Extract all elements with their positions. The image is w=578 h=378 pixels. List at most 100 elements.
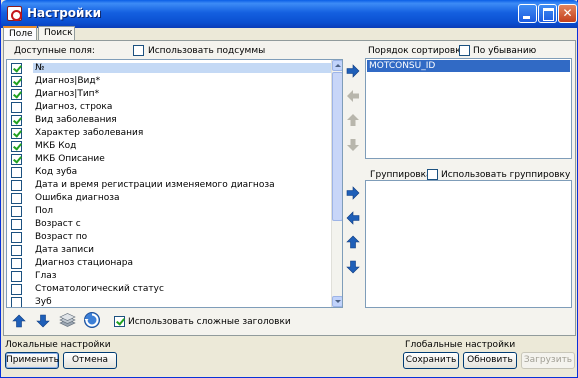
field-checkbox[interactable] [11, 154, 22, 165]
remove-sort-arrow-icon [346, 89, 360, 103]
field-checkbox[interactable] [11, 141, 22, 152]
field-checkbox[interactable] [11, 63, 22, 74]
field-list-item[interactable]: Ошибка диагноза [7, 192, 332, 205]
field-list-item[interactable]: Стоматологический статус [7, 283, 332, 296]
layers-icon[interactable] [59, 312, 76, 329]
field-list-item[interactable]: Характер заболевания [7, 127, 332, 140]
app-icon [7, 6, 22, 21]
add-sort-arrow-icon[interactable] [346, 64, 360, 78]
scroll-thumb[interactable] [332, 72, 342, 221]
field-list-item[interactable]: МКБ Код [7, 140, 332, 153]
field-list-item[interactable]: Возраст с [7, 218, 332, 231]
use-grouping-checkbox[interactable] [427, 169, 438, 180]
field-label: Диагноз стационара [35, 258, 133, 268]
maximize-button[interactable] [538, 4, 557, 23]
field-list-item[interactable]: Возраст по [7, 231, 332, 244]
field-label: № [33, 63, 331, 73]
field-checkbox[interactable] [11, 284, 22, 295]
field-list-item[interactable]: МКБ Описание [7, 153, 332, 166]
load-button: Загрузить [521, 352, 575, 369]
field-label: Глаз [35, 271, 57, 281]
field-list-item[interactable]: Глаз [7, 270, 332, 283]
field-list-item[interactable]: Диагноз, строка [7, 101, 332, 114]
minimize-button[interactable] [518, 4, 537, 23]
scroll-up-button[interactable] [332, 60, 342, 71]
field-label: Диагноз, строка [35, 102, 113, 112]
tab-search[interactable]: Поиск [38, 26, 75, 40]
sort-down-arrow-icon [346, 138, 360, 152]
field-label: МКБ Код [35, 141, 77, 151]
field-checkbox[interactable] [11, 180, 22, 191]
refresh-icon[interactable] [83, 311, 101, 329]
field-checkbox[interactable] [11, 89, 22, 100]
field-checkbox[interactable] [11, 115, 22, 126]
field-label: Диагноз|Вид* [35, 76, 101, 86]
complex-headers-label: Использовать сложные заголовки [128, 317, 291, 327]
field-list-item[interactable]: Зуб [7, 296, 332, 307]
field-checkbox[interactable] [11, 206, 22, 217]
field-checkbox[interactable] [11, 232, 22, 243]
sort-list-item[interactable]: MOTCONSU_ID [367, 60, 570, 72]
grouping-list[interactable] [365, 180, 572, 308]
settings-window: Настройки ✕ Поле Поиск Доступные поля: И… [0, 0, 578, 378]
grouping-label: Группировка [370, 170, 432, 180]
field-label: Код зуба [35, 167, 78, 177]
local-settings-label: Локальные настройки [5, 340, 111, 350]
sort-order-list[interactable]: MOTCONSU_ID [365, 58, 572, 159]
field-label: Дата записи [35, 245, 94, 255]
title-bar[interactable]: Настройки ✕ [1, 0, 578, 28]
available-fields-label: Доступные поля: [14, 46, 95, 56]
add-group-arrow-icon[interactable] [346, 186, 360, 200]
available-fields-list[interactable]: № Диагноз|Вид* Диагноз|Тип* Диагноз, строка… [6, 59, 343, 308]
tab-field[interactable]: Поле [3, 26, 37, 41]
complex-headers-checkbox[interactable] [114, 316, 125, 327]
field-checkbox[interactable] [11, 193, 22, 204]
field-checkbox[interactable] [11, 271, 22, 282]
use-grouping-label: Использовать группировку [441, 170, 571, 180]
refresh-button[interactable]: Обновить [463, 352, 517, 369]
field-checkbox[interactable] [11, 102, 22, 113]
field-checkbox[interactable] [11, 258, 22, 269]
field-label: Пол [35, 206, 54, 216]
group-down-arrow-icon[interactable] [346, 260, 360, 274]
field-checkbox[interactable] [11, 245, 22, 256]
field-checkbox[interactable] [11, 297, 22, 307]
field-checkbox[interactable] [11, 76, 22, 87]
field-list-item[interactable]: Дата записи [7, 244, 332, 257]
save-button[interactable]: Сохранить [403, 352, 459, 369]
field-label: Вид заболевания [35, 115, 117, 125]
cancel-button[interactable]: Отмена [63, 352, 117, 369]
field-list-item[interactable]: Диагноз стационара [7, 257, 332, 270]
field-list-item[interactable]: Диагноз|Тип* [7, 88, 332, 101]
remove-group-arrow-icon[interactable] [346, 211, 360, 225]
sort-order-label: Порядок сортировки: [368, 46, 470, 56]
move-down-icon[interactable] [36, 314, 50, 328]
descending-label: По убыванию [473, 46, 537, 56]
descending-checkbox[interactable] [459, 45, 470, 56]
window-title: Настройки [27, 6, 102, 20]
field-label: Возраст по [35, 232, 88, 242]
scroll-down-button[interactable] [332, 296, 342, 307]
field-label: Дата и время регистрации изменяемого диа… [35, 180, 275, 190]
use-subtotals-label: Использовать подсуммы [148, 46, 266, 56]
move-up-icon[interactable] [12, 314, 26, 328]
field-list-item[interactable]: Пол [7, 205, 332, 218]
sort-up-arrow-icon [346, 113, 360, 127]
field-list-item[interactable]: Дата и время регистрации изменяемого диа… [7, 179, 332, 192]
use-subtotals-checkbox[interactable] [133, 45, 144, 56]
field-list-item[interactable]: Вид заболевания [7, 114, 332, 127]
group-up-arrow-icon[interactable] [346, 235, 360, 249]
field-checkbox[interactable] [11, 128, 22, 139]
field-label: Стоматологический статус [35, 284, 164, 294]
field-label: МКБ Описание [35, 154, 105, 164]
field-checkbox[interactable] [11, 167, 22, 178]
field-list-item[interactable]: Код зуба [7, 166, 332, 179]
field-label: Ошибка диагноза [35, 193, 120, 203]
global-settings-label: Глобальные настройки [405, 340, 516, 350]
close-button[interactable]: ✕ [558, 4, 577, 23]
field-checkbox[interactable] [11, 219, 22, 230]
fields-scrollbar[interactable] [331, 60, 342, 307]
apply-button[interactable]: Применить [5, 352, 59, 369]
field-list-item[interactable]: № [7, 62, 332, 75]
field-list-item[interactable]: Диагноз|Вид* [7, 75, 332, 88]
